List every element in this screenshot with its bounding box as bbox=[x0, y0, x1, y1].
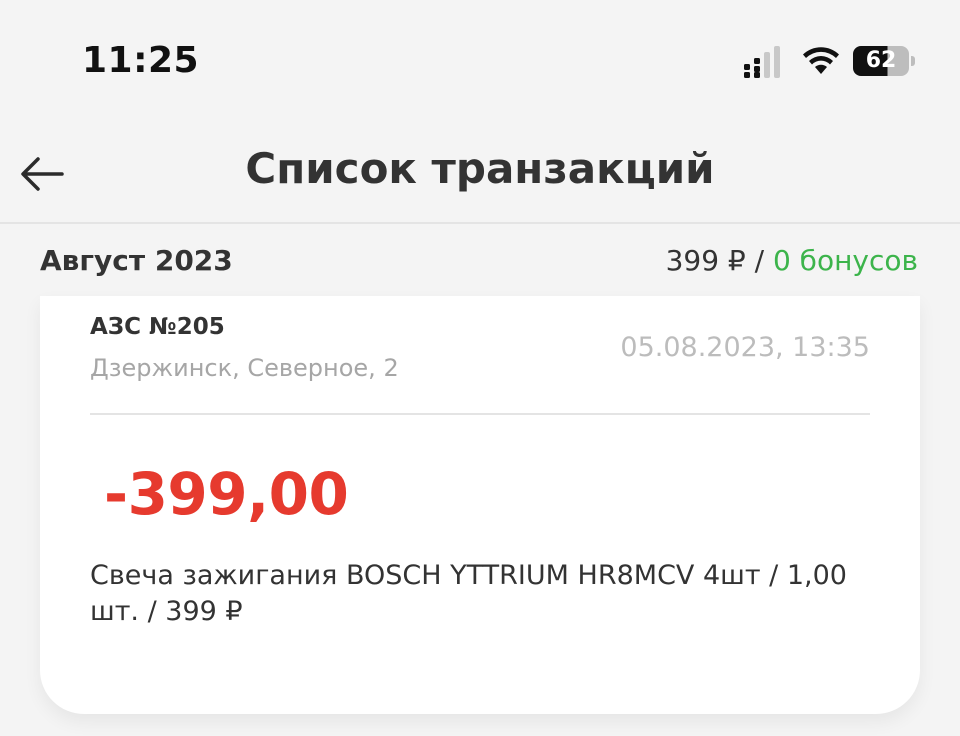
station-address: Дзержинск, Северное, 2 bbox=[90, 354, 399, 382]
battery-level: 62 bbox=[865, 48, 897, 73]
month-label: Август 2023 bbox=[40, 244, 233, 277]
status-bar: 11:25 62 bbox=[0, 0, 960, 120]
transaction-datetime: 05.08.2023, 13:35 bbox=[620, 332, 870, 363]
status-time: 11:25 bbox=[82, 40, 200, 81]
signal-icon bbox=[744, 46, 780, 78]
transaction-amount: -399,00 bbox=[104, 460, 349, 528]
transaction-card[interactable]: АЗС №205 Дзержинск, Северное, 2 05.08.20… bbox=[40, 296, 920, 714]
month-bonus: 0 бонусов bbox=[772, 244, 918, 277]
transaction-description: Свеча зажигания BOSCH YTTRIUM HR8MCV 4шт… bbox=[90, 560, 847, 627]
nav-bar: Список транзакций bbox=[0, 120, 960, 224]
month-total: 399 ₽ / 0 бонусов bbox=[666, 244, 918, 277]
divider bbox=[90, 413, 870, 415]
wifi-icon bbox=[803, 47, 839, 74]
station-name: АЗС №205 bbox=[90, 314, 225, 340]
month-summary-row: Август 2023 399 ₽ / 0 бонусов bbox=[0, 240, 960, 290]
page-title: Список транзакций bbox=[245, 144, 715, 193]
battery-icon: 62 bbox=[853, 46, 917, 76]
battery-tip bbox=[911, 56, 915, 66]
month-total-amount: 399 ₽ / bbox=[665, 244, 773, 277]
